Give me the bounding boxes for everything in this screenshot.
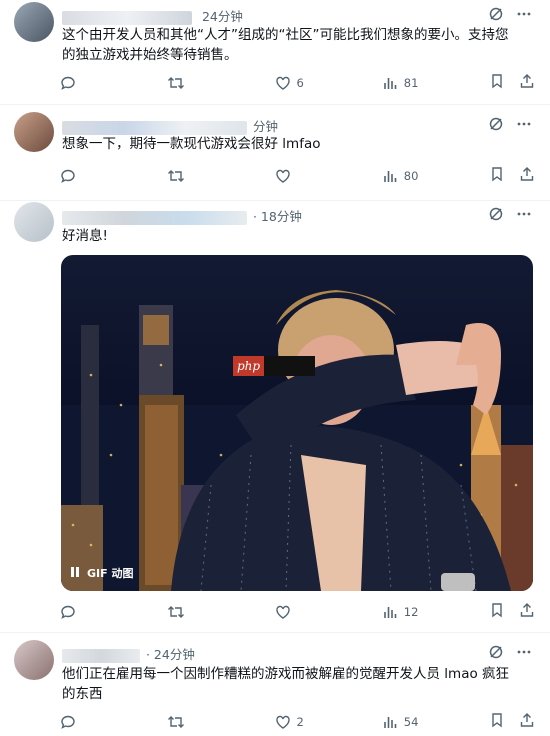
avatar[interactable]: [14, 202, 54, 242]
like-icon: [275, 75, 291, 91]
retweet-button[interactable]: [167, 75, 215, 91]
more-icon[interactable]: [516, 6, 532, 22]
tweet-header: 24分钟: [62, 6, 243, 25]
username-blurred[interactable]: [62, 10, 192, 25]
views-count: 12: [403, 605, 419, 619]
share-icon[interactable]: [519, 166, 535, 186]
watermark-badge: php: [233, 356, 315, 376]
reply-icon: [60, 714, 76, 730]
like-button[interactable]: [275, 168, 323, 184]
views-icon: [382, 714, 398, 730]
reply-button[interactable]: [60, 714, 108, 730]
views-button[interactable]: 54: [382, 714, 430, 730]
like-icon: [275, 168, 291, 184]
like-count: 6: [296, 76, 304, 90]
views-button[interactable]: 12: [382, 604, 430, 620]
bookmark-icon[interactable]: [489, 166, 505, 186]
gif-badge[interactable]: GIF 动图: [69, 565, 133, 581]
like-button[interactable]: [275, 604, 323, 620]
username-blurred[interactable]: [62, 210, 247, 225]
grok-icon[interactable]: [488, 644, 504, 660]
tweet[interactable]: · 24分钟 他们正在雇用每一个因制作糟糕的游戏而被解雇的觉醒开发人员 lmao…: [0, 632, 550, 736]
tweet[interactable]: 24分钟 这个由开发人员和其他“人才”组成的“社区”可能比我们想象的要小。支持您…: [0, 0, 550, 105]
retweet-button[interactable]: [167, 714, 215, 730]
reply-button[interactable]: [60, 75, 108, 91]
reply-icon: [60, 168, 76, 184]
like-icon: [275, 714, 291, 730]
reply-icon: [60, 604, 76, 620]
views-count: 81: [403, 76, 419, 90]
bookmark-icon[interactable]: [489, 73, 505, 93]
avatar[interactable]: [14, 2, 54, 42]
reply-icon: [60, 75, 76, 91]
views-icon: [382, 604, 398, 620]
tweet-header: 分钟: [62, 116, 278, 135]
views-button[interactable]: 81: [382, 75, 430, 91]
pause-icon[interactable]: [69, 566, 81, 581]
gif-media[interactable]: php GIF 动图: [61, 255, 533, 591]
gif-label: GIF 动图: [87, 567, 134, 580]
reply-button[interactable]: [60, 604, 108, 620]
like-count: 2: [296, 715, 304, 729]
retweet-icon: [167, 714, 185, 730]
views-icon: [382, 75, 398, 91]
bookmark-icon[interactable]: [489, 602, 505, 622]
tweet-time[interactable]: 24分钟: [202, 9, 243, 24]
reply-button[interactable]: [60, 168, 108, 184]
tweet-text: 这个由开发人员和其他“人才”组成的“社区”可能比我们想象的要小。支持您的独立游戏…: [62, 27, 509, 63]
more-icon[interactable]: [516, 116, 532, 132]
like-button[interactable]: 6: [275, 75, 323, 91]
views-button[interactable]: 80: [382, 168, 430, 184]
grok-icon[interactable]: [488, 116, 504, 132]
like-icon: [275, 604, 291, 620]
more-icon[interactable]: [516, 206, 532, 222]
watermark-text: php: [233, 356, 265, 376]
tweet-header: · 24分钟: [62, 644, 195, 663]
grok-icon[interactable]: [488, 206, 504, 222]
tweet-time[interactable]: 分钟: [253, 119, 278, 134]
retweet-icon: [167, 168, 185, 184]
bookmark-icon[interactable]: [489, 712, 505, 732]
share-icon[interactable]: [519, 602, 535, 622]
tweet-text: 好消息!: [62, 228, 108, 244]
tweet-time[interactable]: · 18分钟: [253, 209, 302, 224]
tweet-text: 他们正在雇用每一个因制作糟糕的游戏而被解雇的觉醒开发人员 lmao 疯狂的东西: [62, 666, 510, 702]
gif-scene-image: [61, 290, 533, 591]
grok-icon[interactable]: [488, 6, 504, 22]
avatar[interactable]: [14, 112, 54, 152]
retweet-button[interactable]: [167, 168, 215, 184]
username-blurred[interactable]: [62, 120, 247, 135]
tweet-text: 想象一下，期待一款现代游戏会很好 lmfao: [62, 136, 321, 152]
retweet-button[interactable]: [167, 604, 215, 620]
more-icon[interactable]: [516, 644, 532, 660]
share-icon[interactable]: [519, 73, 535, 93]
views-icon: [382, 168, 398, 184]
like-button[interactable]: 2: [275, 714, 323, 730]
avatar[interactable]: [14, 640, 54, 680]
views-count: 54: [403, 715, 419, 729]
retweet-icon: [167, 75, 185, 91]
tweet-time[interactable]: · 24分钟: [146, 647, 195, 662]
views-count: 80: [403, 169, 419, 183]
username-blurred[interactable]: [62, 648, 140, 663]
tweet[interactable]: 分钟 想象一下，期待一款现代游戏会很好 lmfao 80: [0, 104, 550, 201]
retweet-icon: [167, 604, 185, 620]
tweet-header: · 18分钟: [62, 206, 302, 225]
share-icon[interactable]: [519, 712, 535, 732]
